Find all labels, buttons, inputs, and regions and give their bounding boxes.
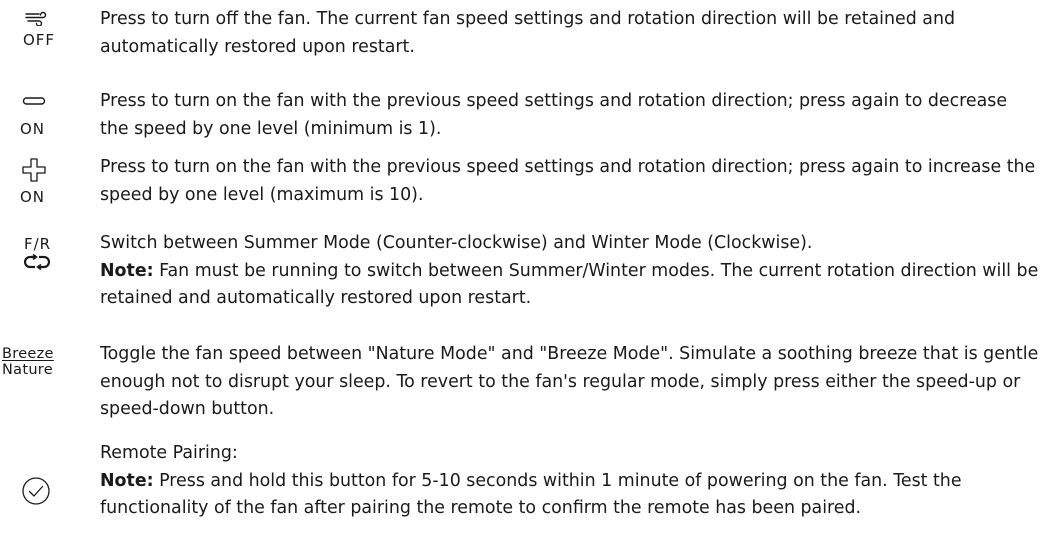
icon-label-on: ON xyxy=(20,188,46,206)
instruction-text: Press to turn on the fan with the previo… xyxy=(100,157,1036,205)
instruction-note: Note: Fan must be running to switch betw… xyxy=(100,258,1040,313)
instruction-text: Switch between Summer Mode (Counter-cloc… xyxy=(100,233,813,253)
note-label: Note: xyxy=(100,470,154,491)
instruction-heading: Remote Pairing: xyxy=(100,443,238,463)
instruction-note: Note: Press and hold this button for 5-1… xyxy=(100,468,1040,523)
icon-label-on: ON xyxy=(20,120,46,138)
instruction-text-reverse: Switch between Summer Mode (Counter-cloc… xyxy=(100,230,1040,313)
icon-label-breeze: Breeze xyxy=(2,346,54,362)
wind-off-icon xyxy=(25,11,47,26)
reverse-rotation-icon xyxy=(24,254,50,270)
check-circle-icon xyxy=(22,477,50,505)
icon-label-nature: Nature xyxy=(2,362,53,378)
minus-icon xyxy=(22,97,46,105)
instruction-text-increase: Press to turn on the fan with the previo… xyxy=(100,154,1040,209)
instruction-text-breeze: Toggle the fan speed between "Nature Mod… xyxy=(100,341,1040,424)
instruction-text: Toggle the fan speed between "Nature Mod… xyxy=(100,344,1039,419)
note-label: Note: xyxy=(100,260,154,281)
plus-icon xyxy=(22,158,46,182)
instruction-text-off: Press to turn off the fan. The current f… xyxy=(100,6,1040,61)
instruction-text: Press to turn off the fan. The current f… xyxy=(100,9,956,57)
note-text: Fan must be running to switch between Su… xyxy=(100,260,1039,309)
instruction-text-decrease: Press to turn on the fan with the previo… xyxy=(100,88,1040,143)
icon-label-fr: F/R xyxy=(24,235,52,253)
icon-label-off: OFF xyxy=(23,31,56,49)
breeze-nature-button-icon: Breeze Nature xyxy=(2,346,102,378)
instruction-text: Press to turn on the fan with the previo… xyxy=(100,91,1008,139)
breeze-nature-icon: Breeze Nature xyxy=(2,346,54,378)
note-text: Press and hold this button for 5-10 seco… xyxy=(100,470,962,519)
instruction-text-pairing: Remote Pairing: Note: Press and hold thi… xyxy=(100,440,1040,523)
